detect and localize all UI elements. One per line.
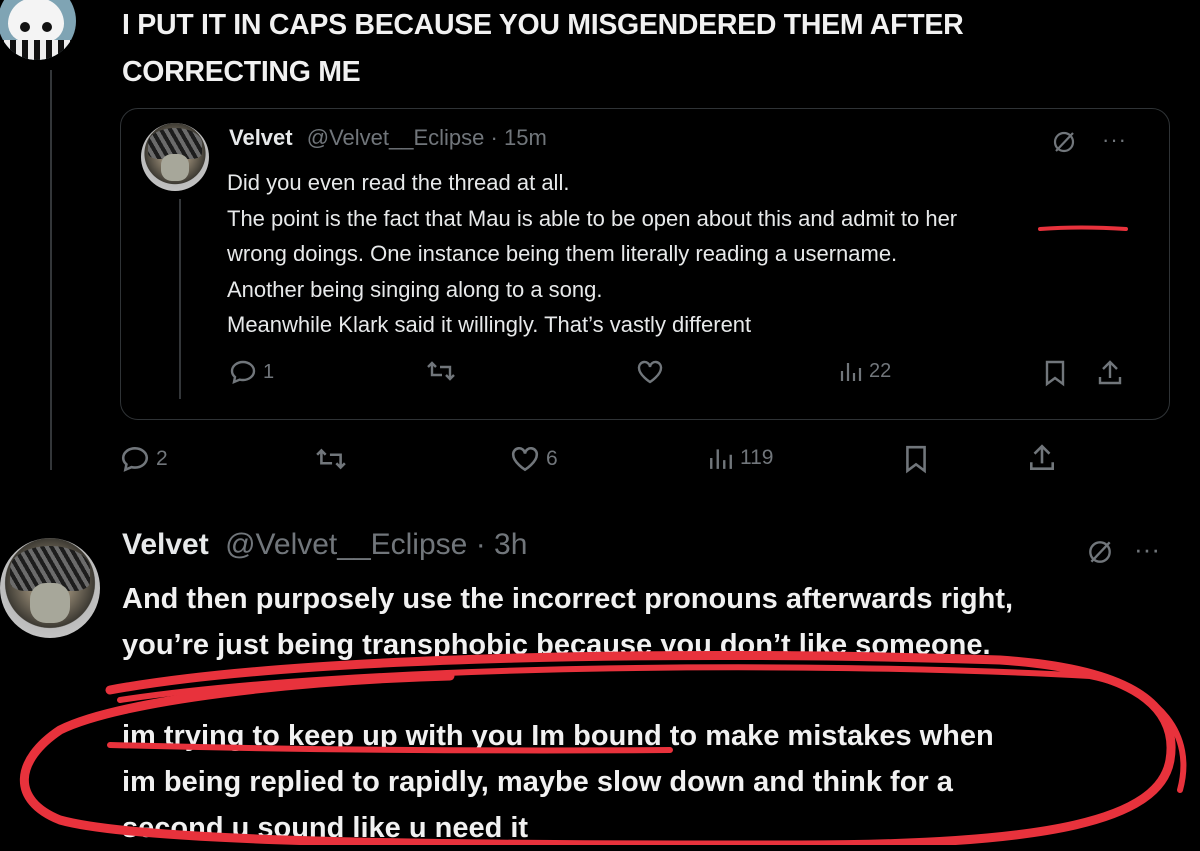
repost-icon: [315, 446, 347, 472]
quoted-post-header: Velvet @Velvet__Eclipse · 15m: [229, 125, 547, 151]
reply-count: 1: [263, 360, 275, 383]
quoted-reply-button[interactable]: 1: [229, 359, 274, 385]
quoted-author-name[interactable]: Velvet: [229, 125, 293, 150]
quoted-post-time[interactable]: 15m: [504, 125, 547, 150]
reply-author-avatar[interactable]: [0, 538, 100, 638]
like-count: 6: [546, 447, 558, 470]
quoted-author-handle[interactable]: @Velvet__Eclipse: [307, 125, 485, 150]
reply-icon: [120, 445, 150, 473]
reply-post-line: im being replied to rapidly, maybe slow …: [122, 766, 953, 798]
views-icon: [839, 359, 863, 383]
outer-post-line: I PUT IT IN CAPS BECAUSE YOU MISGENDERED…: [122, 9, 964, 41]
reply-post-line: im trying to keep up with you Im bound t…: [122, 720, 994, 752]
outer-share-button[interactable]: [1028, 443, 1056, 473]
reply-author-name[interactable]: Velvet: [122, 528, 209, 561]
quoted-post-line: Meanwhile Klark said it willingly. That’…: [227, 312, 752, 337]
grok-icon[interactable]: [1051, 129, 1077, 155]
reply-post-time[interactable]: 3h: [494, 528, 527, 561]
more-icon[interactable]: ···: [1134, 534, 1160, 565]
more-icon[interactable]: ···: [1102, 127, 1127, 153]
author-avatar[interactable]: [0, 0, 76, 60]
quoted-bookmark-button[interactable]: [1043, 359, 1067, 387]
avatar-skin: [30, 583, 70, 623]
share-icon: [1028, 443, 1056, 473]
outer-repost-button[interactable]: [315, 446, 353, 472]
outer-post-line: CORRECTING ME: [122, 56, 361, 88]
outer-post-text: I PUT IT IN CAPS BECAUSE YOU MISGENDERED…: [122, 2, 1182, 96]
bookmark-icon: [1043, 359, 1067, 387]
avatar-eye: [42, 22, 52, 32]
avatar-face: [8, 0, 64, 53]
reply-author-handle[interactable]: @Velvet__Eclipse: [225, 528, 467, 561]
quoted-thread-line: [179, 199, 181, 399]
quoted-post-line: wrong doings. One instance being them li…: [227, 241, 898, 266]
repost-icon: [426, 359, 456, 383]
outer-views-button[interactable]: 119: [708, 445, 773, 471]
reply-post-gap: [122, 668, 1122, 713]
outer-like-button[interactable]: 6: [510, 445, 558, 473]
reply-post-line: second u sound like u need it: [122, 812, 529, 844]
quoted-like-button[interactable]: [636, 359, 670, 385]
avatar-skin: [161, 153, 189, 181]
quoted-post-line: Another being singing along to a song.: [227, 276, 603, 302]
like-icon: [636, 359, 664, 385]
reply-post-body: And then purposely use the incorrect pro…: [122, 576, 1122, 851]
separator-dot: ·: [475, 528, 486, 561]
share-icon: [1097, 359, 1123, 387]
quoted-post-line: The point is the fact that Mau is able t…: [227, 205, 958, 231]
quoted-repost-button[interactable]: [426, 359, 462, 383]
quoted-views-button[interactable]: 22: [839, 359, 891, 383]
reply-post-line: And then purposely use the incorrect pro…: [122, 583, 1014, 615]
outer-reply-button[interactable]: 2: [120, 445, 168, 473]
outer-bookmark-button[interactable]: [903, 444, 929, 474]
avatar-stripe: [0, 40, 76, 60]
bookmark-icon: [903, 444, 929, 474]
quoted-share-button[interactable]: [1097, 359, 1123, 387]
like-icon: [510, 445, 540, 473]
reply-post-line: you’re just being transphobic because yo…: [122, 629, 991, 661]
grok-icon[interactable]: [1086, 538, 1114, 566]
quoted-post-body: Did you even read the thread at all. The…: [227, 165, 1147, 343]
views-count: 119: [740, 446, 774, 469]
thread-connector-line: [50, 70, 52, 470]
separator-dot: ·: [490, 125, 498, 150]
views-count: 22: [869, 359, 892, 382]
reply-post-header: Velvet @Velvet__Eclipse · 3h: [122, 528, 527, 562]
avatar-eye: [20, 22, 30, 32]
quoted-post-line: Did you even read the thread at all.: [227, 170, 570, 195]
quoted-author-avatar[interactable]: [141, 123, 209, 191]
quoted-post-card[interactable]: Velvet @Velvet__Eclipse · 15m ··· Did yo…: [120, 108, 1170, 420]
reply-icon: [229, 359, 257, 385]
reply-count: 2: [156, 447, 168, 470]
views-icon: [708, 445, 734, 471]
